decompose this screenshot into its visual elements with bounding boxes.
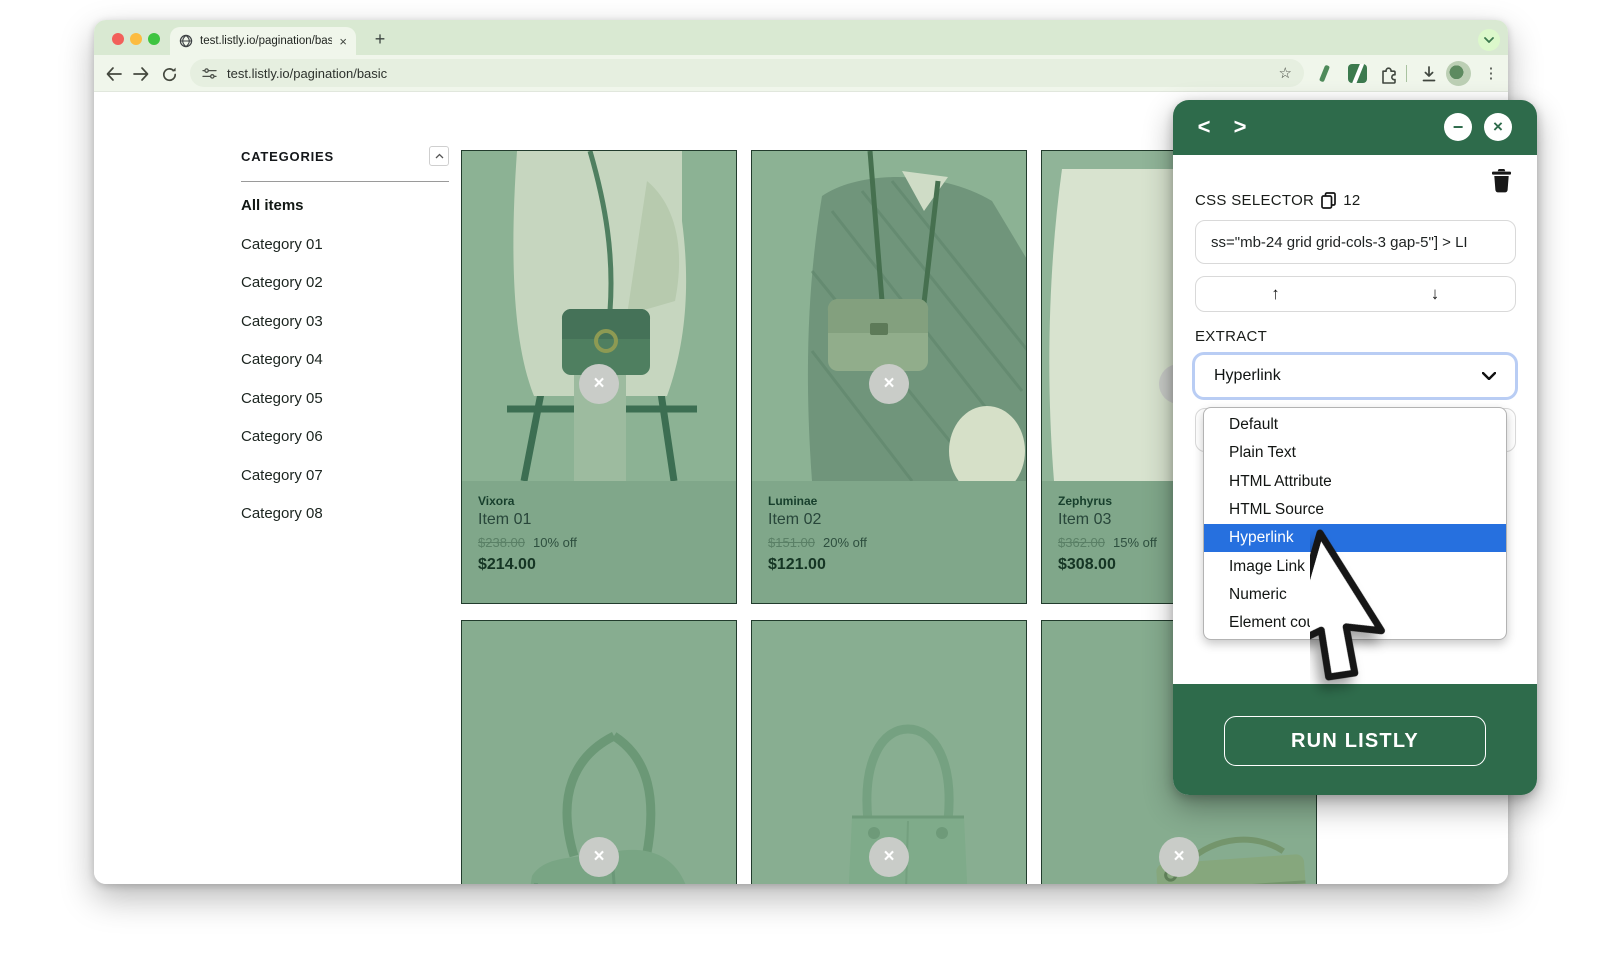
category-link[interactable]: Category 07 bbox=[241, 457, 323, 496]
browser-tab[interactable]: test.listly.io/pagination/basic × bbox=[170, 27, 356, 55]
chevron-up-icon bbox=[435, 153, 443, 159]
product-name: Item 02 bbox=[768, 511, 822, 528]
listly-panel-header: < > − × bbox=[1173, 100, 1537, 155]
run-listly-button[interactable]: RUN LISTLY bbox=[1224, 716, 1486, 766]
category-link[interactable]: Category 02 bbox=[241, 264, 323, 303]
downloads-button[interactable] bbox=[1416, 61, 1442, 87]
categories-heading: CATEGORIES bbox=[241, 149, 334, 164]
tab-title: test.listly.io/pagination/basic bbox=[200, 35, 333, 47]
product-discount: 20% off bbox=[823, 535, 867, 550]
css-selector-input[interactable] bbox=[1195, 220, 1516, 264]
bookmark-star-icon[interactable]: ☆ bbox=[1279, 64, 1292, 82]
product-name: Item 01 bbox=[478, 511, 532, 528]
window-close-button[interactable] bbox=[112, 33, 124, 45]
window-minimize-button[interactable] bbox=[130, 33, 142, 45]
deselect-item-button[interactable]: × bbox=[869, 837, 909, 877]
product-original-price: $238.00 bbox=[478, 535, 525, 550]
copy-icon[interactable] bbox=[1321, 192, 1337, 209]
css-selector-row: CSS SELECTOR 12 bbox=[1195, 192, 1361, 209]
forward-button[interactable] bbox=[128, 61, 154, 87]
product-photo bbox=[752, 151, 1026, 481]
deselect-item-button[interactable]: × bbox=[869, 364, 909, 404]
deselect-item-button[interactable]: × bbox=[579, 364, 619, 404]
extract-selected-value: Hyperlink bbox=[1214, 367, 1281, 384]
product-price: $214.00 bbox=[478, 556, 536, 573]
extract-option[interactable]: HTML Attribute bbox=[1204, 468, 1506, 496]
selector-child-button[interactable]: ↓ bbox=[1355, 276, 1516, 312]
extract-option[interactable]: Element count bbox=[1204, 609, 1506, 637]
listly-panel-body: CSS SELECTOR 12 ↑ ↓ EXTRACT Hyperlink De… bbox=[1173, 155, 1537, 684]
product-original-price: $151.00 bbox=[768, 535, 815, 550]
listly-panel-footer: RUN LISTLY bbox=[1173, 684, 1537, 795]
panel-close-button[interactable]: × bbox=[1484, 113, 1512, 141]
panel-prev-button[interactable]: < bbox=[1191, 114, 1217, 140]
extract-option[interactable]: Default bbox=[1204, 411, 1506, 439]
product-brand: Luminae bbox=[768, 494, 818, 508]
download-icon bbox=[1422, 66, 1436, 82]
forward-icon bbox=[132, 67, 148, 81]
css-selector-label: CSS SELECTOR bbox=[1195, 192, 1315, 209]
reload-icon bbox=[162, 67, 176, 81]
extract-option[interactable]: Numeric bbox=[1204, 581, 1506, 609]
extract-options-list: Default Plain Text HTML Attribute HTML Sour… bbox=[1203, 407, 1507, 640]
listly-slash-extension-icon[interactable] bbox=[1318, 64, 1331, 83]
toolbar-divider bbox=[1406, 65, 1407, 82]
categories-divider bbox=[241, 181, 449, 182]
product-discount: 10% off bbox=[533, 535, 577, 550]
extract-option[interactable]: Image Link bbox=[1204, 552, 1506, 580]
product-info: Vixora Item 01 $238.00 10% off $214.00 bbox=[462, 479, 736, 603]
product-price: $121.00 bbox=[768, 556, 826, 573]
extract-option[interactable]: Hyperlink bbox=[1204, 524, 1506, 553]
categories-collapse-button[interactable] bbox=[429, 146, 449, 166]
extract-select[interactable]: Hyperlink bbox=[1192, 352, 1518, 400]
panel-minimize-button[interactable]: − bbox=[1444, 113, 1472, 141]
product-discount: 15% off bbox=[1113, 535, 1157, 550]
tab-search-button[interactable] bbox=[1478, 29, 1500, 51]
browser-toolbar: test.listly.io/pagination/basic ☆ ⋮ bbox=[94, 55, 1508, 92]
site-settings-icon[interactable] bbox=[202, 67, 217, 80]
url-bar[interactable]: test.listly.io/pagination/basic ☆ bbox=[190, 59, 1304, 87]
screenshot-stage: test.listly.io/pagination/basic × + test… bbox=[0, 0, 1600, 956]
listly-panel: < > − × CSS SELECTOR 12 ↑ ↓ EXTRACT Hype… bbox=[1173, 100, 1537, 795]
url-text: test.listly.io/pagination/basic bbox=[227, 65, 388, 81]
trash-icon bbox=[1492, 169, 1511, 193]
tab-strip: test.listly.io/pagination/basic × + bbox=[94, 20, 1508, 55]
product-photo bbox=[462, 151, 736, 481]
puzzle-icon bbox=[1382, 67, 1396, 84]
category-link[interactable]: Category 01 bbox=[241, 226, 323, 265]
category-link[interactable]: Category 08 bbox=[241, 495, 323, 534]
globe-icon bbox=[179, 34, 193, 48]
new-tab-button[interactable]: + bbox=[368, 28, 392, 52]
product-original-price: $362.00 bbox=[1058, 535, 1105, 550]
deselect-item-button[interactable]: × bbox=[579, 837, 619, 877]
browser-menu-button[interactable]: ⋮ bbox=[1480, 61, 1502, 87]
listly-pinned-extension-icon[interactable] bbox=[1348, 64, 1367, 83]
back-icon bbox=[106, 67, 122, 81]
profile-avatar[interactable] bbox=[1446, 61, 1471, 86]
chevron-down-icon bbox=[1484, 37, 1494, 43]
categories-list: All items Category 01 Category 02 Category … bbox=[241, 187, 323, 534]
tab-close-icon[interactable]: × bbox=[339, 35, 347, 48]
category-link[interactable]: Category 06 bbox=[241, 418, 323, 457]
reload-button[interactable] bbox=[156, 61, 182, 87]
back-button[interactable] bbox=[100, 61, 126, 87]
panel-next-button[interactable]: > bbox=[1227, 114, 1253, 140]
extract-option[interactable]: Plain Text bbox=[1204, 439, 1506, 467]
extract-label: EXTRACT bbox=[1195, 328, 1268, 345]
product-info: Luminae Item 02 $151.00 20% off $121.00 bbox=[752, 479, 1026, 603]
category-link[interactable]: All items bbox=[241, 187, 323, 226]
extensions-button[interactable] bbox=[1376, 61, 1402, 87]
delete-selector-button[interactable] bbox=[1490, 168, 1513, 193]
category-link[interactable]: Category 05 bbox=[241, 380, 323, 419]
match-count: 12 bbox=[1343, 192, 1361, 209]
category-link[interactable]: Category 04 bbox=[241, 341, 323, 380]
selector-parent-button[interactable]: ↑ bbox=[1195, 276, 1356, 312]
deselect-item-button[interactable]: × bbox=[1159, 837, 1199, 877]
category-link[interactable]: Category 03 bbox=[241, 303, 323, 342]
chevron-down-icon bbox=[1482, 372, 1496, 380]
extract-option[interactable]: HTML Source bbox=[1204, 496, 1506, 524]
window-zoom-button[interactable] bbox=[148, 33, 160, 45]
product-brand: Vixora bbox=[478, 494, 515, 508]
